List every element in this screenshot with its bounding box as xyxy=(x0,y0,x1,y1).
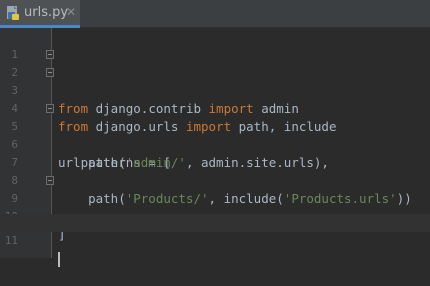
code-line: 2 from django.contrib import admin xyxy=(0,46,430,116)
code-line: 5 urlpatterns = [ xyxy=(0,100,430,170)
code-line: 10 xyxy=(0,190,430,223)
code-line: 4 xyxy=(0,82,430,115)
code-editor[interactable]: 1 2 from django.contrib import admin 3 f… xyxy=(0,28,430,267)
close-icon[interactable]: ✕ xyxy=(66,5,76,19)
fold-marker-icon[interactable] xyxy=(46,104,54,113)
python-file-icon xyxy=(7,6,19,20)
text-caret xyxy=(58,252,60,267)
tab-urls-py[interactable]: urls.py ✕ xyxy=(0,0,80,28)
code-line: 7 xyxy=(0,136,430,169)
code-text xyxy=(58,250,60,268)
fold-marker-icon[interactable] xyxy=(46,68,54,77)
code-line: 1 xyxy=(0,28,430,61)
line-number: 11 xyxy=(4,234,18,247)
code-line: 3 from django.urls import path, include xyxy=(0,64,430,134)
fold-marker-icon[interactable] xyxy=(46,50,54,59)
code-line: 6 path('admin/', admin.site.urls), xyxy=(0,118,430,170)
tab-filename: urls.py xyxy=(24,5,69,20)
editor-tab-bar: urls.py ✕ xyxy=(0,0,430,28)
fold-marker-icon[interactable] xyxy=(46,176,54,185)
current-code-line[interactable]: 11 xyxy=(0,214,430,267)
code-line: 9 ] xyxy=(0,172,430,242)
code-line: 8 path('Products/', include('Products.ur… xyxy=(0,154,430,206)
